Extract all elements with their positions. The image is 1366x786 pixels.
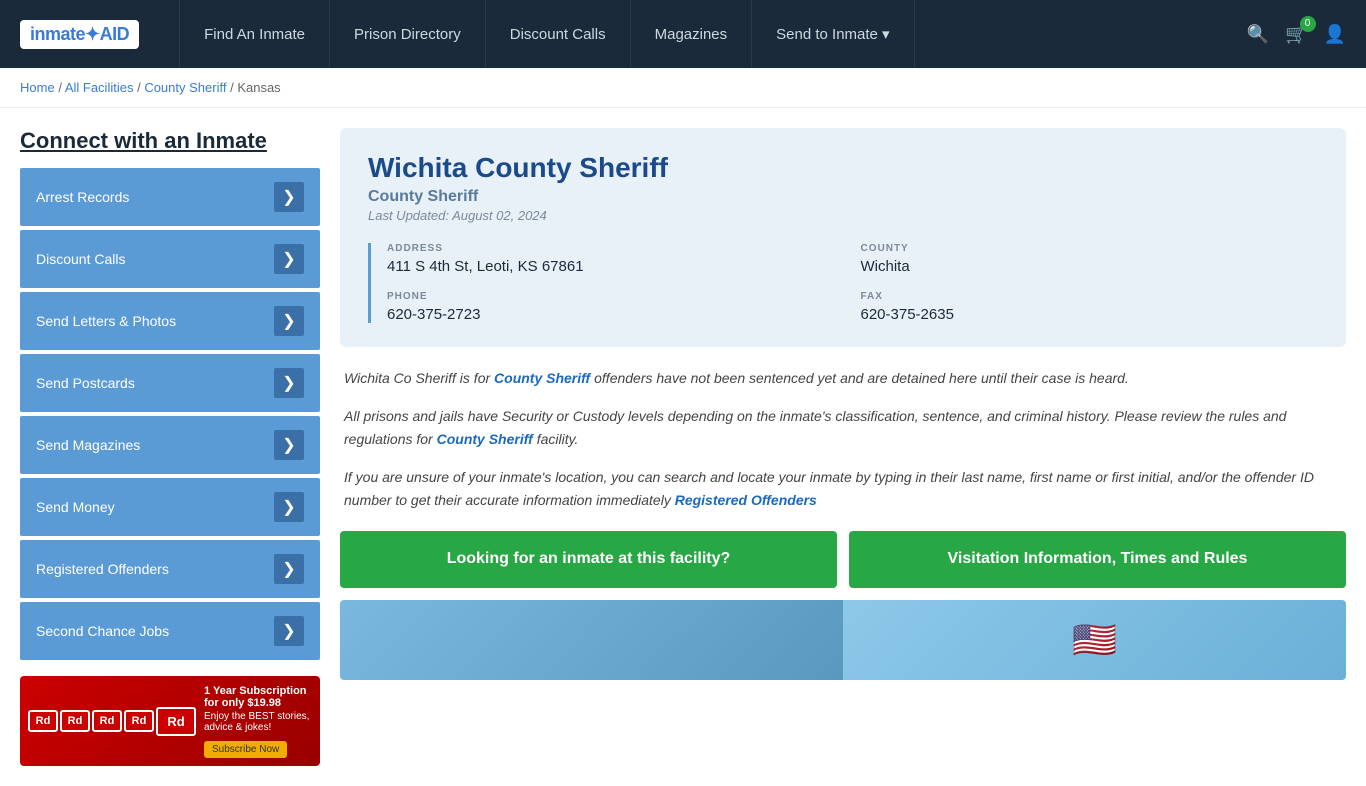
sidebar-arrow-registered-offenders: ❯ — [274, 554, 304, 584]
facility-image-left — [340, 600, 843, 680]
fax-label: FAX — [861, 291, 1319, 302]
logo-text: inmate✦AID — [20, 20, 139, 49]
navbar: inmate✦AID Find An Inmate Prison Directo… — [0, 0, 1366, 68]
description-para1: Wichita Co Sheriff is for County Sheriff… — [344, 367, 1342, 389]
detail-address: ADDRESS 411 S 4th St, Leoti, KS 67861 — [387, 243, 845, 275]
image-strip: 🇺🇸 — [340, 600, 1346, 680]
description: Wichita Co Sheriff is for County Sheriff… — [340, 367, 1346, 511]
user-icon[interactable]: 👤 — [1324, 24, 1346, 45]
flag-icon: 🇺🇸 — [1072, 619, 1117, 661]
find-inmate-button[interactable]: Looking for an inmate at this facility? — [340, 531, 837, 588]
sidebar-item-send-letters[interactable]: Send Letters & Photos ❯ — [20, 292, 320, 350]
address-value: 411 S 4th St, Leoti, KS 67861 — [387, 258, 845, 275]
sidebar-item-send-letters-label: Send Letters & Photos — [36, 313, 176, 329]
breadcrumb-all-facilities[interactable]: All Facilities — [65, 80, 134, 95]
search-icon[interactable]: 🔍 — [1247, 24, 1269, 45]
sidebar-item-send-money-label: Send Money — [36, 499, 115, 515]
facility-image-right: 🇺🇸 — [843, 600, 1346, 680]
facility-card: Wichita County Sheriff County Sheriff La… — [340, 128, 1346, 347]
logo-inmate: inmate — [30, 24, 85, 44]
sidebar-menu: Arrest Records ❯ Discount Calls ❯ Send L… — [20, 168, 320, 660]
sidebar-arrow-send-magazines: ❯ — [274, 430, 304, 460]
sidebar-arrow-send-money: ❯ — [274, 492, 304, 522]
sidebar-item-second-chance-jobs-label: Second Chance Jobs — [36, 623, 169, 639]
logo[interactable]: inmate✦AID — [20, 20, 139, 49]
logo-star: ✦ — [85, 24, 100, 44]
visitation-info-button[interactable]: Visitation Information, Times and Rules — [849, 531, 1346, 588]
sidebar-title: Connect with an Inmate — [20, 128, 320, 154]
ad-text: 1 Year Subscription for only $19.98 Enjo… — [204, 685, 312, 758]
description-para3: If you are unsure of your inmate's locat… — [344, 466, 1342, 511]
sidebar: Connect with an Inmate Arrest Records ❯ … — [20, 128, 320, 766]
detail-fax: FAX 620-375-2635 — [861, 291, 1319, 323]
rd-logo-main: Rd — [156, 707, 196, 736]
sidebar-item-send-magazines[interactable]: Send Magazines ❯ — [20, 416, 320, 474]
cart-icon[interactable]: 🛒 0 — [1285, 24, 1307, 45]
registered-offenders-link[interactable]: Registered Offenders — [675, 492, 817, 508]
action-buttons: Looking for an inmate at this facility? … — [340, 531, 1346, 588]
phone-value: 620-375-2723 — [387, 306, 845, 323]
sidebar-item-send-magazines-label: Send Magazines — [36, 437, 140, 453]
rd-logo-4: Rd — [124, 710, 154, 732]
sidebar-ad[interactable]: Rd Rd Rd Rd Rd 1 Year Subscription for o… — [20, 676, 320, 766]
logo-aid: AID — [100, 24, 130, 44]
detail-county: COUNTY Wichita — [861, 243, 1319, 275]
sidebar-ad-inner: Rd Rd Rd Rd Rd 1 Year Subscription for o… — [20, 677, 320, 766]
sidebar-item-arrest-records-label: Arrest Records — [36, 189, 129, 205]
nav-prison-directory[interactable]: Prison Directory — [330, 0, 486, 68]
nav-send-to-inmate[interactable]: Send to Inmate ▾ — [752, 0, 914, 68]
sidebar-arrow-discount-calls: ❯ — [274, 244, 304, 274]
phone-label: PHONE — [387, 291, 845, 302]
sidebar-arrow-send-postcards: ❯ — [274, 368, 304, 398]
facility-type: County Sheriff — [368, 188, 1318, 206]
facility-updated: Last Updated: August 02, 2024 — [368, 208, 1318, 223]
county-sheriff-link-1[interactable]: County Sheriff — [494, 370, 590, 386]
sidebar-item-send-postcards-label: Send Postcards — [36, 375, 135, 391]
facility-name: Wichita County Sheriff — [368, 152, 1318, 184]
county-value: Wichita — [861, 258, 1319, 275]
sidebar-item-send-money[interactable]: Send Money ❯ — [20, 478, 320, 536]
county-sheriff-link-2[interactable]: County Sheriff — [437, 431, 533, 447]
detail-phone: PHONE 620-375-2723 — [387, 291, 845, 323]
sidebar-arrow-send-letters: ❯ — [274, 306, 304, 336]
nav-find-inmate[interactable]: Find An Inmate — [179, 0, 330, 68]
nav-magazines[interactable]: Magazines — [631, 0, 753, 68]
nav-discount-calls[interactable]: Discount Calls — [486, 0, 631, 68]
content: Wichita County Sheriff County Sheriff La… — [340, 128, 1346, 766]
breadcrumb-county-sheriff[interactable]: County Sheriff — [144, 80, 226, 95]
ad-promo-line2: Enjoy the BEST stories, advice & jokes! — [204, 711, 312, 733]
sidebar-item-discount-calls-label: Discount Calls — [36, 251, 125, 267]
facility-details: ADDRESS 411 S 4th St, Leoti, KS 67861 CO… — [368, 243, 1318, 323]
cart-badge: 0 — [1300, 16, 1316, 32]
breadcrumb-home[interactable]: Home — [20, 80, 55, 95]
county-label: COUNTY — [861, 243, 1319, 254]
main-container: Connect with an Inmate Arrest Records ❯ … — [0, 108, 1366, 786]
sidebar-arrow-arrest-records: ❯ — [274, 182, 304, 212]
ad-subscribe-button[interactable]: Subscribe Now — [204, 741, 287, 758]
ad-promo-line1: 1 Year Subscription for only $19.98 — [204, 685, 312, 709]
fax-value: 620-375-2635 — [861, 306, 1319, 323]
sidebar-item-arrest-records[interactable]: Arrest Records ❯ — [20, 168, 320, 226]
breadcrumb: Home / All Facilities / County Sheriff /… — [0, 68, 1366, 108]
rd-logo-2: Rd — [60, 710, 90, 732]
sidebar-item-registered-offenders[interactable]: Registered Offenders ❯ — [20, 540, 320, 598]
sidebar-item-discount-calls[interactable]: Discount Calls ❯ — [20, 230, 320, 288]
description-para2: All prisons and jails have Security or C… — [344, 405, 1342, 450]
rd-logo-1: Rd — [28, 710, 58, 732]
navbar-icons: 🔍 🛒 0 👤 — [1247, 24, 1346, 45]
rd-logo-3: Rd — [92, 710, 122, 732]
address-label: ADDRESS — [387, 243, 845, 254]
sidebar-item-second-chance-jobs[interactable]: Second Chance Jobs ❯ — [20, 602, 320, 660]
sidebar-item-registered-offenders-label: Registered Offenders — [36, 561, 169, 577]
sidebar-item-send-postcards[interactable]: Send Postcards ❯ — [20, 354, 320, 412]
breadcrumb-state: Kansas — [237, 80, 280, 95]
navbar-links: Find An Inmate Prison Directory Discount… — [179, 0, 1247, 68]
sidebar-arrow-second-chance-jobs: ❯ — [274, 616, 304, 646]
